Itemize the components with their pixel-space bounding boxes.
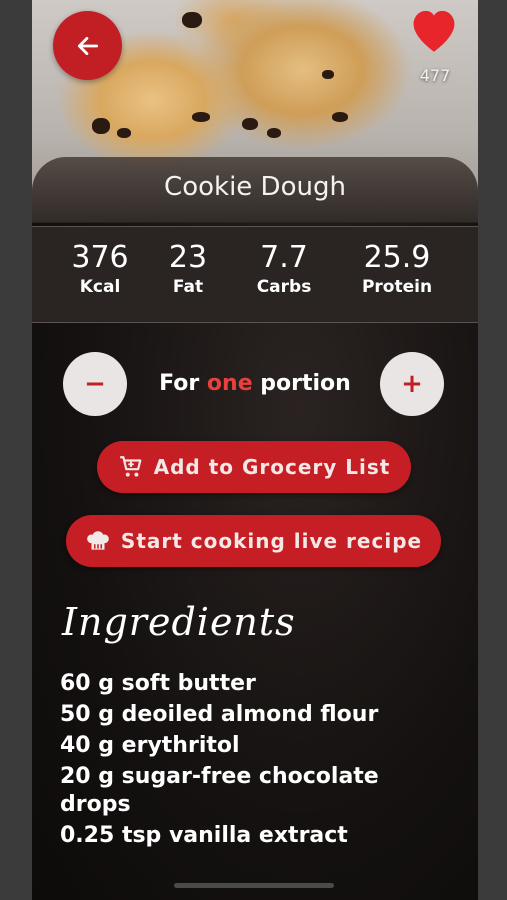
portion-label: For one portion [128, 371, 382, 396]
increase-portion-button[interactable]: + [380, 352, 444, 416]
kcal-value: 376 [71, 240, 129, 275]
portion-suffix: portion [252, 371, 351, 396]
cooking-button-label: Start cooking live recipe [120, 529, 423, 553]
ingredient-item: 0.25 tsp vanilla extract [60, 823, 348, 848]
heart-icon[interactable] [406, 4, 462, 54]
protein-label: Protein [361, 277, 433, 297]
nutrition-kcal: 376 Kcal [62, 240, 138, 298]
nutrition-protein: 25.9 Protein [350, 240, 444, 298]
recipe-title: Cookie Dough [164, 172, 346, 202]
kcal-label: Kcal [79, 277, 121, 297]
nutrition-carbs: 7.7 Carbs [244, 240, 324, 298]
ingredient-item: 50 g deoiled almond flour [60, 702, 379, 727]
decrease-portion-button[interactable]: − [63, 352, 127, 416]
nutrition-fat: 23 Fat [157, 240, 219, 298]
carbs-label: Carbs [256, 277, 312, 297]
protein-value: 25.9 [363, 240, 431, 275]
back-button[interactable] [53, 11, 122, 80]
ingredient-item: 20 g sugar-free chocolate drops [60, 764, 379, 817]
home-indicator[interactable] [174, 883, 334, 888]
left-frame [0, 0, 32, 900]
ingredient-item: 60 g soft butter [60, 671, 256, 696]
chef-hat-icon [87, 531, 109, 550]
likes-count: 477 [419, 66, 451, 85]
cart-icon [119, 456, 142, 477]
recipe-screen: 477 Cookie Dough 376 Kcal 23 Fat 7.7 Car… [32, 0, 478, 900]
portion-count: one [206, 371, 253, 396]
minus-icon: − [84, 369, 106, 399]
plus-icon: + [401, 369, 423, 399]
carbs-value: 7.7 [260, 240, 308, 275]
start-cooking-button[interactable]: Start cooking live recipe [66, 515, 441, 567]
ingredients-list: 60 g soft butter 50 g deoiled almond flou… [60, 670, 420, 853]
right-frame [478, 0, 507, 900]
add-to-grocery-list-button[interactable]: Add to Grocery List [97, 441, 411, 493]
portion-prefix: For [159, 371, 207, 396]
fat-value: 23 [168, 240, 208, 275]
fat-label: Fat [172, 277, 204, 297]
ingredient-item: 40 g erythritol [60, 733, 240, 758]
back-arrow-icon [77, 36, 98, 55]
grocery-button-label: Add to Grocery List [153, 455, 391, 479]
ingredients-heading: Ingredients [62, 600, 296, 644]
